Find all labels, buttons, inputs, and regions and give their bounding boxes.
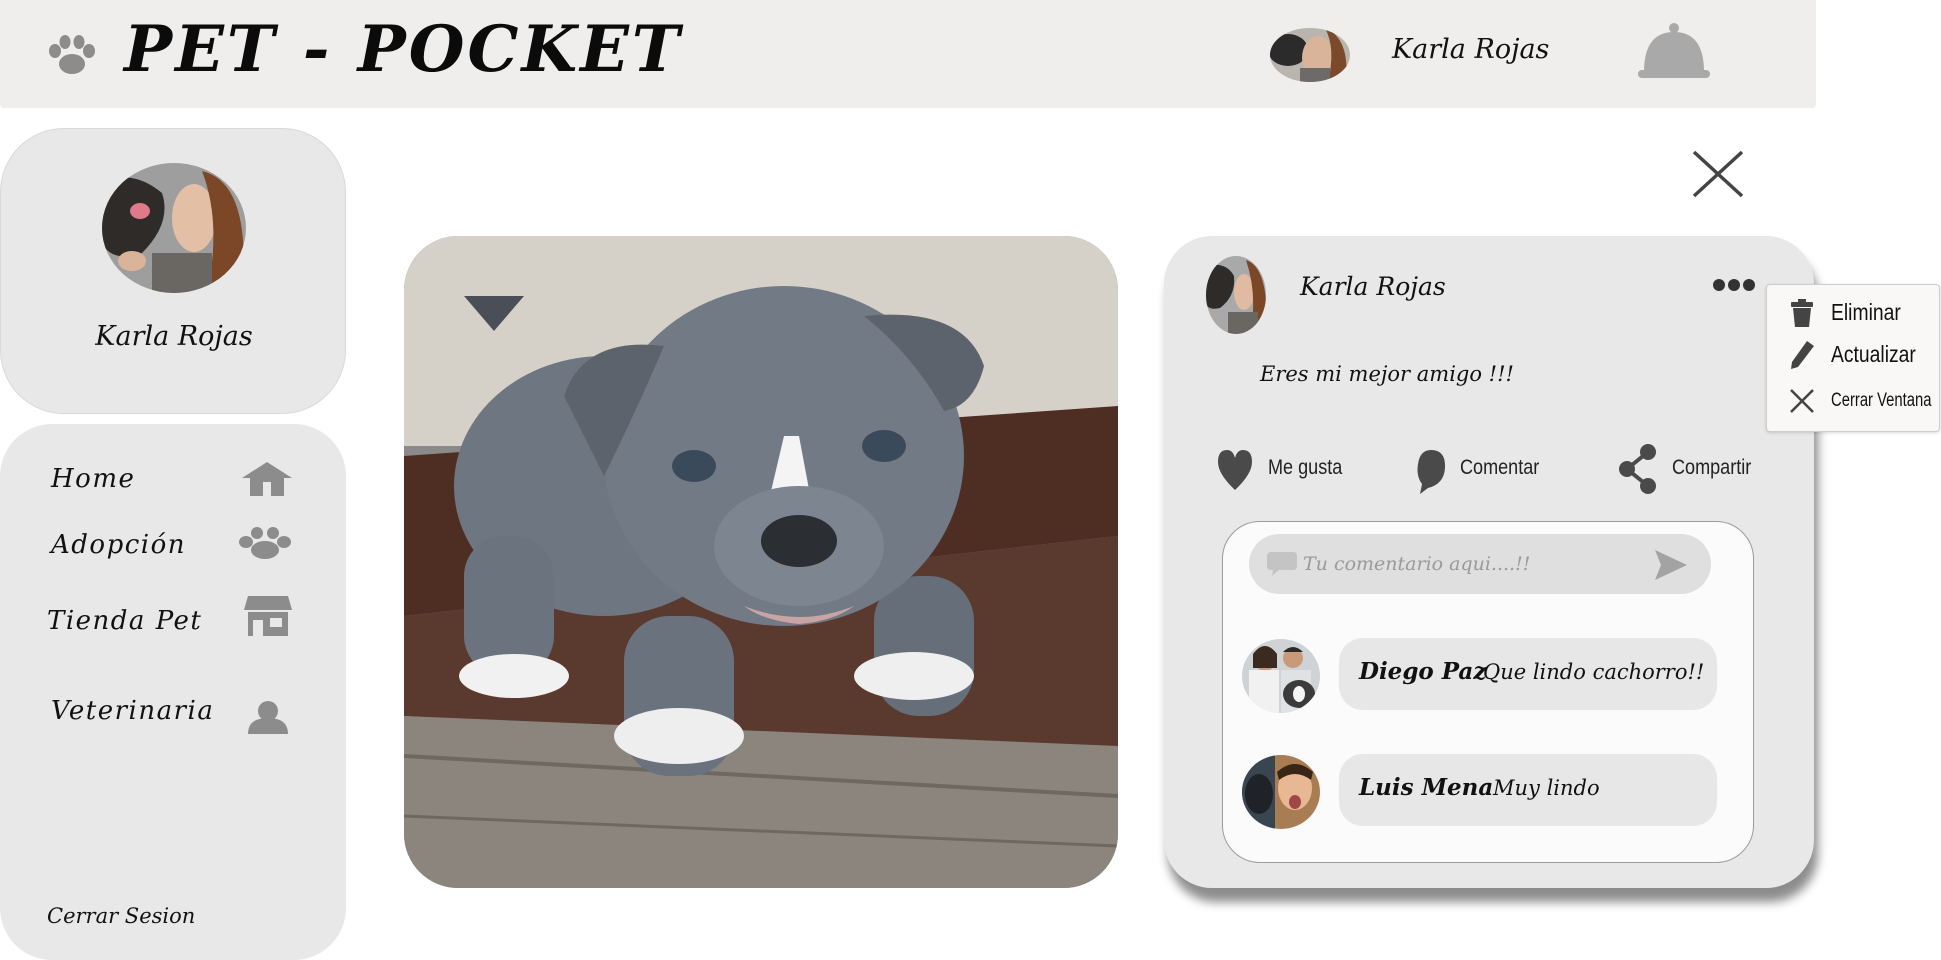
paw-icon xyxy=(239,527,291,559)
share-button[interactable]: Compartir xyxy=(1618,444,1788,494)
commenter-avatar[interactable] xyxy=(1241,638,1321,714)
pencil-icon xyxy=(1791,341,1814,369)
sidebar-item-tienda[interactable]: Tienda Pet xyxy=(0,596,346,652)
commenter-avatar[interactable] xyxy=(1241,754,1321,830)
menu-item-label: Actualizar xyxy=(1831,341,1916,367)
sidebar-item-home[interactable]: Home xyxy=(0,454,346,510)
sidebar-item-label: Adopción xyxy=(51,530,186,560)
close-icon[interactable] xyxy=(1690,148,1746,200)
app-title: PET - POCKET xyxy=(124,12,683,87)
post-author-avatar[interactable] xyxy=(1206,256,1266,334)
share-icon xyxy=(1619,444,1656,494)
paw-icon xyxy=(49,35,95,74)
comments-panel: Diego Paz Que lindo cachorro!! Luis Mena… xyxy=(1222,521,1754,863)
options-menu: Eliminar Actualizar Cerrar Ventana xyxy=(1766,284,1940,432)
send-icon[interactable] xyxy=(1653,550,1687,580)
profile-name: Karla Rojas xyxy=(95,321,253,352)
comment-label: Comentar xyxy=(1460,456,1540,479)
share-label: Compartir xyxy=(1672,456,1752,479)
bell-icon[interactable] xyxy=(1636,22,1712,78)
sidebar-item-label: Tienda Pet xyxy=(47,606,203,636)
post-author[interactable]: Karla Rojas xyxy=(1300,272,1446,301)
logout-link[interactable]: Cerrar Sesion xyxy=(47,904,195,928)
menu-item-label: Cerrar Ventana xyxy=(1831,390,1932,411)
menu-item-actualizar[interactable]: Actualizar xyxy=(1767,333,1939,373)
sidebar-nav: Home Adopción Tienda Pet Veterinaria Cer… xyxy=(0,424,346,960)
sidebar-item-veterinaria[interactable]: Veterinaria xyxy=(0,686,346,742)
profile-avatar[interactable] xyxy=(102,163,246,293)
top-header: PET - POCKET Karla Rojas xyxy=(0,0,1816,108)
comment-input-field[interactable] xyxy=(1249,534,1711,594)
close-icon xyxy=(1790,389,1814,413)
comment-bubble: Luis Mena Muy lindo xyxy=(1339,754,1717,826)
post-text: Eres mi mejor amigo !!! xyxy=(1260,362,1514,386)
sidebar-item-adopcion[interactable]: Adopción xyxy=(0,520,346,576)
sidebar-item-label: Veterinaria xyxy=(51,696,215,726)
profile-card: Karla Rojas xyxy=(0,128,346,414)
post-photo xyxy=(404,236,1118,888)
vet-icon xyxy=(248,701,288,734)
menu-item-label: Eliminar xyxy=(1831,299,1901,325)
comment-author[interactable]: Luis Mena xyxy=(1359,774,1493,801)
avatar[interactable] xyxy=(1270,28,1350,82)
comment-bubble-icon xyxy=(1267,552,1297,576)
more-options-icon[interactable] xyxy=(1712,276,1756,294)
home-icon xyxy=(242,462,292,496)
heart-icon xyxy=(1218,450,1252,490)
comment-bubble: Diego Paz Que lindo cachorro!! xyxy=(1339,638,1717,710)
comment-text: Muy lindo xyxy=(1493,776,1600,800)
menu-item-eliminar[interactable]: Eliminar xyxy=(1767,291,1939,331)
comment-input[interactable] xyxy=(1303,546,1643,582)
comment-author[interactable]: Diego Paz xyxy=(1359,658,1486,685)
like-label: Me gusta xyxy=(1268,456,1343,479)
comment-icon xyxy=(1417,450,1446,494)
like-button[interactable]: Me gusta xyxy=(1218,444,1368,494)
comment-text: Que lindo cachorro!! xyxy=(1483,660,1705,684)
store-icon xyxy=(244,596,292,636)
trash-icon xyxy=(1791,299,1813,327)
menu-item-cerrar-ventana[interactable]: Cerrar Ventana xyxy=(1767,379,1939,419)
user-name[interactable]: Karla Rojas xyxy=(1392,34,1549,65)
post-card: Karla Rojas Eres mi mejor amigo !!! Me g… xyxy=(1164,236,1814,888)
sidebar-item-label: Home xyxy=(51,464,136,494)
comment-button[interactable]: Comentar xyxy=(1416,444,1566,494)
puppy-image xyxy=(404,236,1118,888)
